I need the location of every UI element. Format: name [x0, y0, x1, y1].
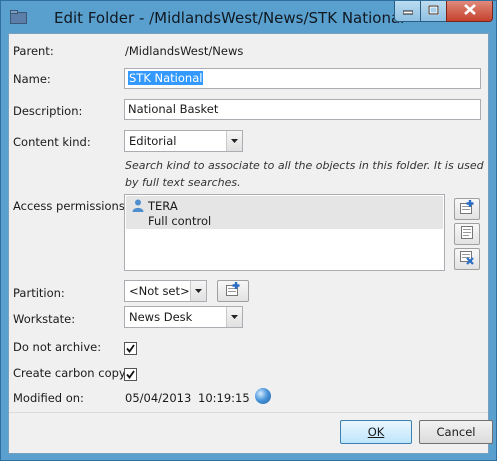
parent-label: Parent: [13, 44, 54, 58]
parent-value: /MidlandsWest/News [125, 44, 244, 58]
do-not-archive-label: Do not archive: [13, 340, 102, 354]
partition-label: Partition: [13, 286, 65, 300]
name-label: Name: [13, 72, 51, 86]
partition-value: <Not set> [129, 284, 190, 298]
edit-folder-window: Edit Folder - /MidlandsWest/News/STK Nat… [0, 0, 497, 461]
content-kind-hint: Search kind to associate to all the obje… [125, 159, 484, 189]
remove-permission-icon [459, 250, 475, 268]
do-not-archive-checkbox[interactable] [124, 342, 137, 355]
permission-user: TERA [148, 199, 178, 213]
minimize-icon [402, 4, 413, 18]
description-input[interactable]: National Basket [124, 99, 481, 120]
access-permissions-label: Access permissions: [13, 199, 129, 213]
window-title: Edit Folder - /MidlandsWest/News/STK Nat… [54, 9, 405, 27]
ok-label: OK [367, 425, 385, 439]
create-carbon-copy-label: Create carbon copy: [13, 366, 129, 380]
globe-icon [255, 388, 271, 404]
add-partition-button[interactable] [217, 280, 249, 302]
name-value: STK National [128, 71, 204, 85]
cancel-label: Cancel [436, 425, 476, 439]
cancel-button[interactable]: Cancel [419, 420, 493, 444]
checkmark-icon [126, 368, 135, 382]
title-bar[interactable]: Edit Folder - /MidlandsWest/News/STK Nat… [1, 1, 496, 33]
description-label: Description: [13, 104, 83, 118]
workstate-label: Workstate: [13, 312, 76, 326]
close-button[interactable] [446, 1, 493, 22]
maximize-button[interactable] [420, 1, 447, 22]
create-carbon-copy-checkbox[interactable] [124, 368, 137, 381]
add-permission-button[interactable] [454, 198, 480, 220]
partition-dropdown[interactable]: <Not set> [124, 280, 207, 302]
workstate-dropdown[interactable]: News Desk [124, 306, 243, 328]
chevron-down-icon [226, 131, 242, 151]
checkmark-icon [126, 342, 135, 356]
permissions-list[interactable]: TERA Full control [124, 194, 445, 271]
dialog-body: Parent: /MidlandsWest/News Name: STK Nat… [8, 33, 493, 454]
name-input[interactable]: STK National [124, 68, 481, 89]
list-item[interactable]: TERA Full control [126, 196, 443, 229]
remove-permission-button[interactable] [454, 248, 480, 270]
button-bar [9, 413, 488, 453]
chevron-down-icon [226, 307, 242, 327]
folder-icon [10, 10, 27, 24]
edit-permission-button[interactable] [454, 223, 480, 245]
user-icon [132, 199, 144, 212]
close-icon [463, 4, 476, 18]
modified-time: 10:19:15 [198, 391, 250, 405]
minimize-button[interactable] [394, 1, 421, 22]
ok-button[interactable]: OK [340, 420, 412, 444]
modified-date: 05/04/2013 [125, 391, 192, 405]
workstate-value: News Desk [129, 310, 193, 324]
add-permission-icon [459, 200, 475, 218]
maximize-icon [427, 4, 440, 18]
content-kind-label: Content kind: [13, 135, 91, 149]
add-partition-icon [225, 282, 241, 300]
modified-on-label: Modified on: [13, 391, 84, 405]
chevron-down-icon [190, 281, 206, 301]
permission-right: Full control [148, 214, 212, 228]
content-kind-value: Editorial [129, 134, 177, 148]
description-value: National Basket [128, 102, 219, 116]
content-kind-dropdown[interactable]: Editorial [124, 130, 243, 152]
edit-permission-icon [459, 225, 475, 243]
